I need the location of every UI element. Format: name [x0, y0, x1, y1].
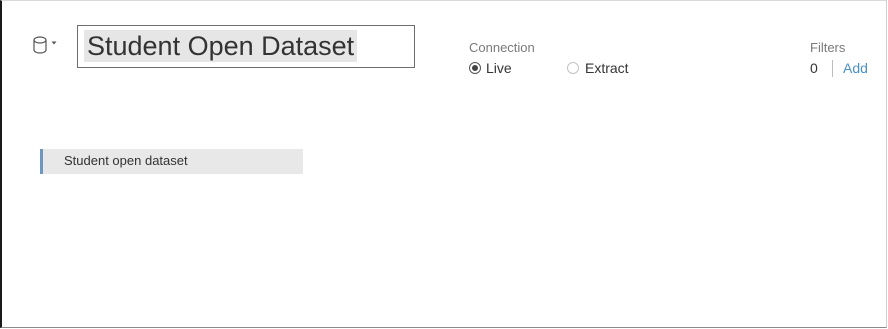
canvas-table-item[interactable]: Student open dataset — [40, 149, 303, 174]
database-icon[interactable] — [33, 36, 47, 54]
live-radio[interactable] — [469, 62, 481, 74]
datasource-name-text: Student Open Dataset — [84, 30, 358, 62]
filters-label: Filters — [810, 40, 846, 55]
chevron-down-icon[interactable] — [51, 40, 57, 46]
live-radio-dot — [472, 65, 478, 71]
live-radio-label[interactable]: Live — [486, 60, 512, 76]
datasource-name-field[interactable]: Student Open Dataset — [77, 25, 415, 68]
filters-divider — [832, 60, 833, 77]
add-filter-link[interactable]: Add — [843, 60, 868, 76]
extract-radio-label[interactable]: Extract — [585, 60, 629, 76]
canvas-table-label: Student open dataset — [64, 153, 188, 168]
connection-label: Connection — [469, 40, 535, 55]
datasource-page: Student Open Dataset Connection Live Ext… — [0, 0, 887, 328]
extract-radio[interactable] — [567, 62, 579, 74]
filters-count: 0 — [810, 60, 818, 76]
